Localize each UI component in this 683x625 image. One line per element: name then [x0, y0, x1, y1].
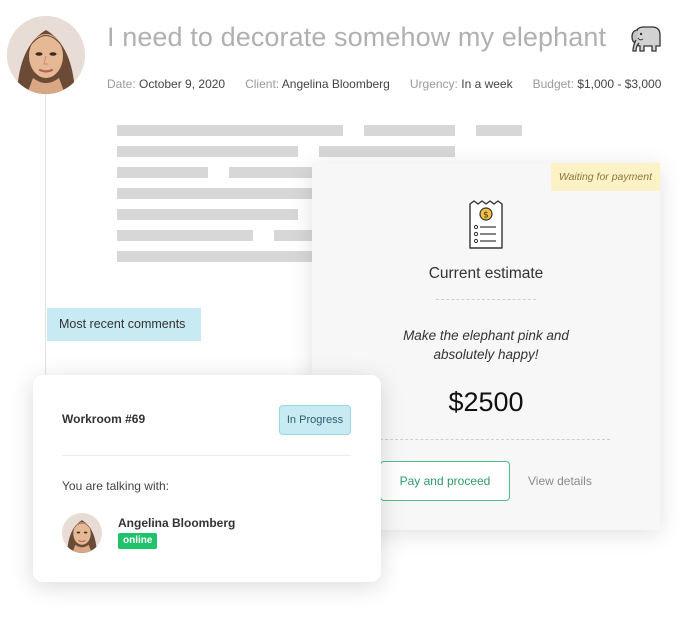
skeleton-line [117, 230, 253, 241]
workroom-title: Workroom #69 [62, 412, 146, 426]
skeleton-line [229, 167, 319, 178]
pay-and-proceed-button[interactable]: Pay and proceed [380, 461, 510, 501]
view-details-link[interactable]: View details [528, 474, 592, 488]
skeleton-line [319, 146, 455, 157]
meta-budget: Budget: $1,000 - $3,000 [532, 77, 662, 91]
skeleton-line [117, 188, 317, 199]
meta-client: Client: Angelina Bloomberg [245, 77, 390, 91]
estimate-title: Current estimate [428, 265, 544, 282]
divider [62, 455, 351, 456]
skeleton-line [364, 125, 455, 136]
talking-with-label: You are talking with: [62, 479, 169, 493]
svg-text:$: $ [483, 211, 489, 221]
meta-urgency: Urgency: In a week [409, 77, 513, 91]
skeleton-line [117, 146, 298, 157]
divider [380, 439, 610, 440]
skeleton-line [476, 125, 522, 136]
elephant-icon [630, 24, 664, 54]
workroom-card: Workroom #69 In Progress You are talking… [33, 375, 381, 582]
payment-status-badge: Waiting for payment [550, 163, 660, 191]
meta-date: Date: October 9, 2020 [107, 77, 226, 91]
divider [436, 299, 536, 300]
estimate-description: Make the elephant pink and absolutely ha… [403, 328, 569, 362]
contact-name[interactable]: Angelina Bloomberg [118, 516, 235, 530]
workroom-status-badge: In Progress [279, 405, 351, 435]
timeline-line [45, 94, 46, 394]
online-status-badge: online [118, 533, 158, 549]
face-portrait-icon [7, 16, 85, 94]
client-avatar [7, 16, 85, 94]
skeleton-line [117, 251, 317, 262]
face-portrait-icon [62, 513, 102, 553]
request-meta: Date: October 9, 2020 Client: Angelina B… [107, 77, 661, 91]
receipt-icon: $ [467, 200, 505, 250]
skeleton-line [117, 167, 208, 178]
recent-comments-tab[interactable]: Most recent comments [47, 308, 201, 341]
skeleton-line [117, 125, 343, 136]
page-title: I need to decorate somehow my elephant [107, 22, 607, 52]
contact-avatar [62, 513, 102, 553]
skeleton-line [117, 209, 298, 220]
